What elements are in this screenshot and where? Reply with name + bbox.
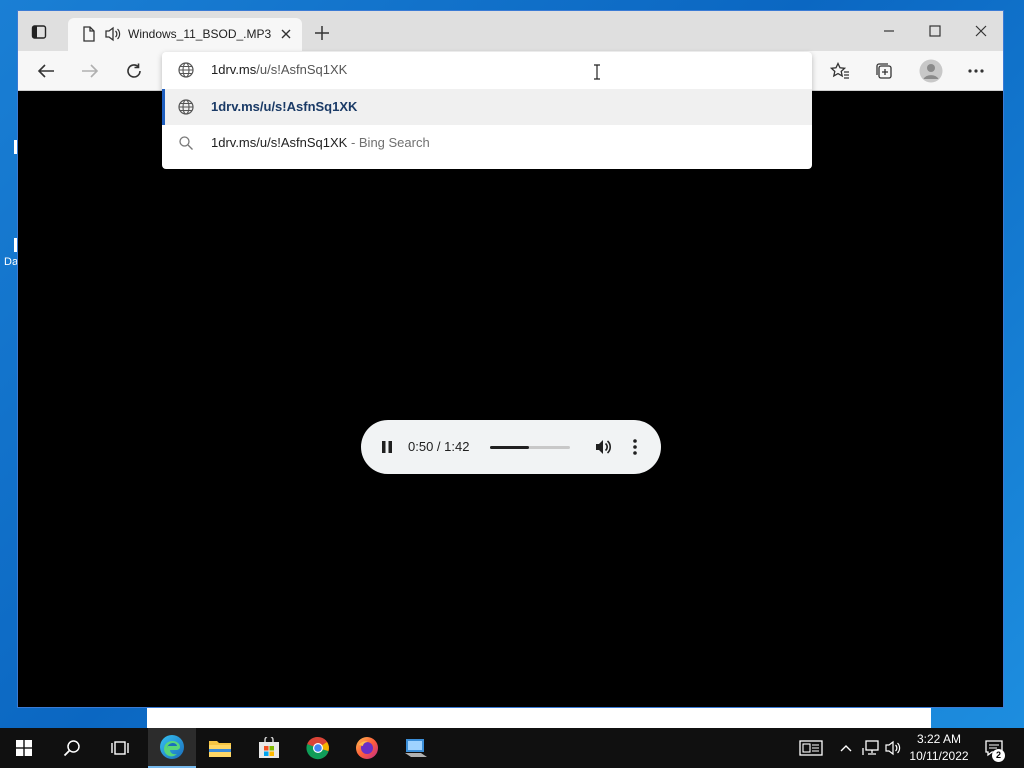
task-view-icon[interactable] — [96, 728, 144, 768]
volume-icon[interactable] — [593, 437, 613, 457]
search-query: 1drv.ms/u/s!AsfnSq1XK — [211, 135, 348, 150]
remote-desktop-icon[interactable] — [392, 728, 440, 768]
suggestion-search[interactable]: 1drv.ms/u/s!AsfnSq1XK - Bing Search — [162, 125, 812, 161]
close-window-icon[interactable] — [968, 21, 994, 41]
microsoft-store-icon[interactable] — [245, 728, 293, 768]
seek-progress — [490, 446, 530, 449]
taskbar-clock[interactable]: 3:22 AM 10/11/2022 — [904, 731, 974, 765]
more-options-icon[interactable] — [625, 437, 645, 457]
clock-date: 10/11/2022 — [909, 749, 969, 763]
news-icon[interactable] — [795, 728, 827, 768]
windows-start-icon[interactable] — [0, 728, 48, 768]
taskbar: 3:22 AM 10/11/2022 — [0, 728, 1024, 768]
desktop-icon-label: Da — [4, 256, 19, 268]
profile-icon[interactable] — [918, 58, 944, 84]
search-engine-label: - Bing Search — [347, 135, 430, 150]
notification-count-badge: 2 — [992, 749, 1005, 762]
address-input[interactable]: 1drv.ms/u/s!AsfnSq1XK — [211, 62, 347, 77]
speaker-icon[interactable] — [104, 26, 122, 47]
arrow-right-icon[interactable] — [80, 61, 100, 81]
suggestion-url-text: 1drv.ms/u/s!AsfnSq1XK — [211, 99, 358, 114]
arrow-left-icon[interactable] — [36, 61, 56, 81]
notification-center-icon[interactable] — [980, 728, 1008, 768]
tab-active[interactable]: Windows_11_BSOD_.MP3 — [68, 18, 302, 51]
edge-icon[interactable] — [148, 728, 196, 768]
tab-title: Windows_11_BSOD_.MP3 — [128, 27, 272, 41]
chrome-icon[interactable] — [294, 728, 342, 768]
pause-icon[interactable] — [379, 438, 395, 456]
document-icon — [82, 26, 96, 47]
address-host: 1drv.ms — [211, 62, 257, 77]
file-explorer-icon[interactable] — [196, 728, 244, 768]
text-cursor-icon — [593, 64, 601, 80]
title-bar: Windows_11_BSOD_.MP3 — [18, 11, 1003, 51]
address-path: /u/s!AsfnSq1XK — [256, 62, 348, 77]
collections-icon[interactable] — [874, 61, 894, 81]
search-icon — [178, 135, 194, 154]
seek-slider[interactable] — [490, 446, 570, 449]
star-list-icon[interactable] — [830, 61, 850, 81]
chevron-up-icon[interactable] — [836, 728, 856, 768]
network-icon[interactable] — [860, 728, 882, 768]
address-dropdown: 1drv.ms/u/s!AsfnSq1XK 1drv.ms/u/s!AsfnSq… — [162, 52, 812, 169]
new-tab-icon[interactable] — [314, 25, 330, 41]
playback-time: 0:50 / 1:42 — [408, 439, 470, 454]
ellipsis-icon[interactable] — [966, 61, 986, 81]
firefox-icon[interactable] — [343, 728, 391, 768]
globe-icon — [178, 99, 194, 118]
maximize-icon[interactable] — [922, 21, 948, 41]
clock-time: 3:22 AM — [916, 732, 962, 746]
close-tab-icon[interactable] — [278, 26, 294, 42]
volume-icon[interactable] — [882, 728, 904, 768]
minimize-icon[interactable] — [876, 21, 902, 41]
audio-player: 0:50 / 1:42 — [361, 420, 661, 474]
suggestion-url[interactable]: 1drv.ms/u/s!AsfnSq1XK — [162, 89, 812, 125]
refresh-icon[interactable] — [124, 61, 144, 81]
search-icon[interactable] — [48, 728, 96, 768]
background-window-edge — [147, 708, 931, 728]
globe-icon — [178, 62, 194, 81]
address-bar[interactable]: 1drv.ms/u/s!AsfnSq1XK — [162, 52, 812, 88]
tab-actions-icon[interactable] — [30, 23, 48, 41]
